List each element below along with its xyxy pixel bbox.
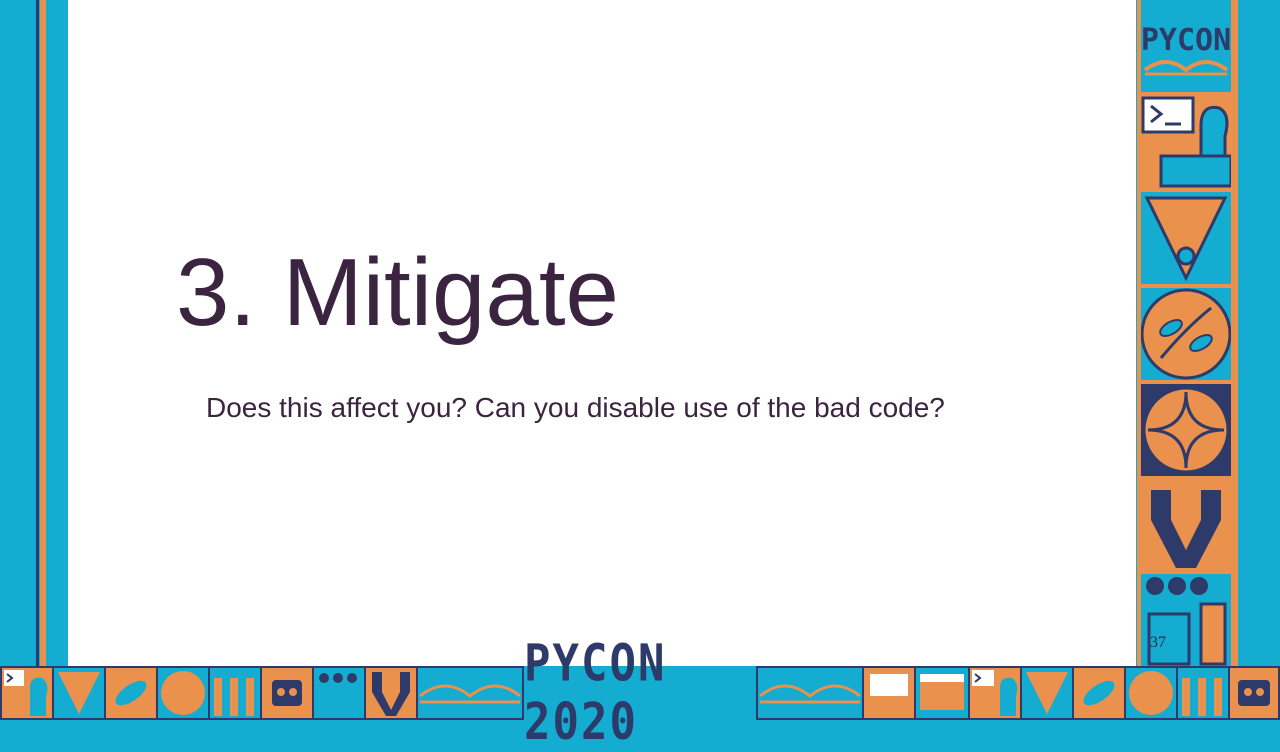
footer-logo-text: PYCON 2020 — [524, 634, 667, 752]
slide-subtitle: Does this affect you? Can you disable us… — [206, 392, 945, 423]
side-logo-tile: PYCON — [1141, 0, 1231, 92]
circuit-icon — [1141, 574, 1231, 666]
slide-title: 3. Mitigate — [176, 239, 619, 346]
right-border-orange — [1233, 0, 1238, 666]
triangle-icon — [1141, 192, 1231, 284]
left-border-navy — [36, 0, 39, 668]
page-number: 37 — [1150, 634, 1166, 651]
side-logo: PYCON — [1141, 0, 1231, 92]
terminal-prompt-icon — [1141, 96, 1233, 188]
wrench-icon — [1141, 480, 1231, 572]
right-border-cyan — [1235, 0, 1280, 720]
side-logo-text: PYCON — [1141, 23, 1231, 58]
slide-canvas: 3. Mitigate Does this affect you? Can yo… — [68, 0, 1136, 666]
left-border-orange — [40, 0, 46, 668]
star-circle-icon — [1141, 384, 1231, 476]
footer-logo: PYCON 2020 — [524, 634, 756, 752]
decorative-side-panel: PYCON — [1137, 0, 1235, 666]
leaf-icon — [1140, 288, 1232, 380]
